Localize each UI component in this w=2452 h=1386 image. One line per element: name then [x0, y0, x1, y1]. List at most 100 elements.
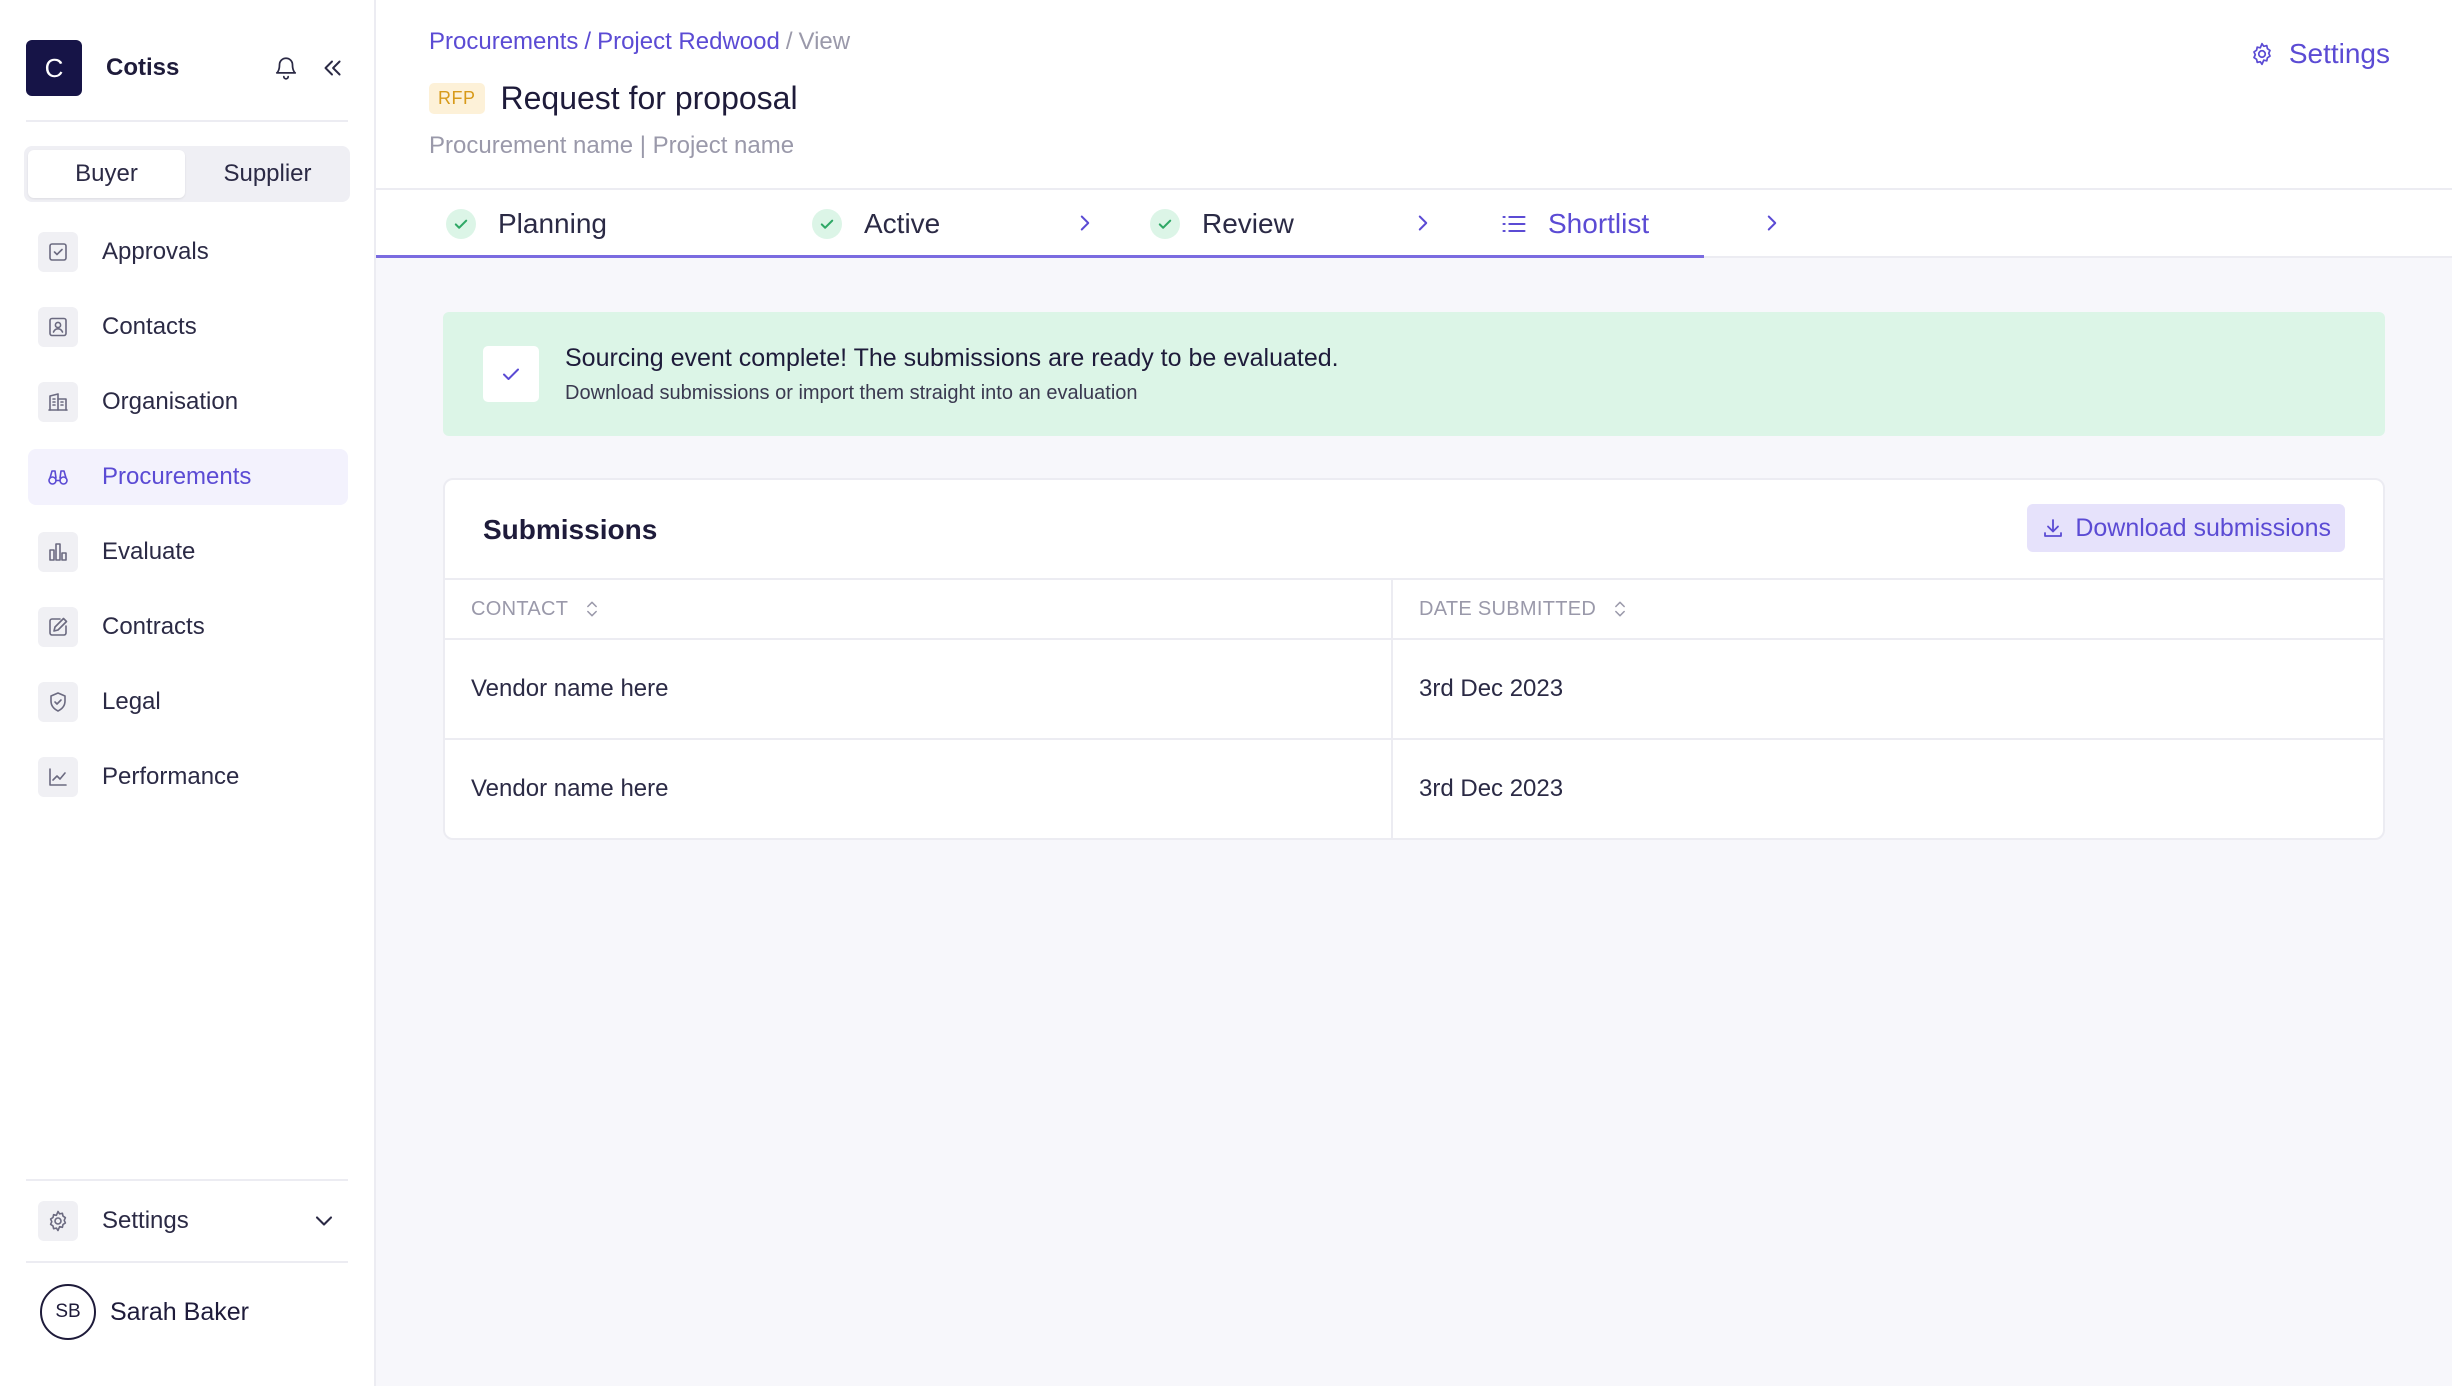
column-header-date-submitted[interactable]: DATE SUBMITTED — [1393, 580, 2383, 638]
list-icon — [1502, 215, 1526, 233]
sidebar-item-label: Contacts — [102, 313, 197, 340]
sidebar-divider — [26, 120, 348, 122]
sidebar-item-label: Contracts — [102, 613, 205, 640]
contact-card-icon — [38, 307, 78, 347]
sidebar-nav: Approvals Contacts Organisation Procurem… — [28, 224, 348, 824]
bar-chart-icon — [38, 532, 78, 572]
chevron-right-icon — [1080, 215, 1090, 231]
download-icon — [2044, 519, 2063, 537]
brand-name: Cotiss — [106, 54, 180, 81]
sidebar-item-organisation[interactable]: Organisation — [28, 374, 348, 430]
app-root: C Cotiss Buyer Supplier Approvals Contac… — [0, 0, 2452, 1386]
header-settings-label: Settings — [2288, 38, 2390, 69]
check-circle-icon — [812, 209, 842, 239]
double-chevron-left-icon — [324, 60, 341, 76]
chevron-right-icon — [1418, 215, 1428, 231]
tab-shortlist[interactable]: Shortlist — [1500, 190, 1649, 258]
check-square-icon — [38, 232, 78, 272]
sidebar-item-approvals[interactable]: Approvals — [28, 224, 348, 280]
breadcrumb-procurements[interactable]: Procurements — [429, 28, 578, 56]
cell-date-submitted: 3rd Dec 2023 — [1393, 740, 2383, 838]
table-row[interactable]: Vendor name here 3rd Dec 2023 — [445, 738, 2383, 838]
sidebar-item-legal[interactable]: Legal — [28, 674, 348, 730]
brand-logo: C — [26, 40, 82, 96]
role-buyer-button[interactable]: Buyer — [28, 150, 185, 198]
sidebar-settings-label: Settings — [102, 1207, 189, 1234]
header-settings-button[interactable]: Settings — [2249, 38, 2390, 70]
success-alert: Sourcing event complete! The submissions… — [443, 312, 2385, 436]
user-name: Sarah Baker — [110, 1297, 249, 1326]
sidebar-item-label: Legal — [102, 688, 161, 715]
cell-date-submitted: 3rd Dec 2023 — [1393, 640, 2383, 738]
notifications-button[interactable] — [270, 52, 302, 84]
main-content: Procurements / Project Redwood / View RF… — [376, 0, 2452, 1386]
role-toggle: Buyer Supplier — [24, 146, 350, 202]
breadcrumb-project[interactable]: Project Redwood — [597, 28, 780, 56]
sidebar-item-label: Evaluate — [102, 538, 196, 565]
stage-progress-line — [376, 255, 1704, 258]
brand-actions — [270, 52, 348, 84]
cell-contact: Vendor name here — [445, 640, 1393, 738]
sidebar-item-contracts[interactable]: Contracts — [28, 599, 348, 655]
download-submissions-label: Download submissions — [2075, 513, 2331, 542]
tab-label: Planning — [498, 208, 607, 239]
date-value: 3rd Dec 2023 — [1419, 675, 1564, 702]
breadcrumb: Procurements / Project Redwood / View — [429, 28, 850, 56]
page-subtitle: Procurement name | Project name — [429, 132, 795, 159]
tab-planning[interactable]: Planning — [446, 190, 607, 258]
alert-subtitle: Download submissions or import them stra… — [565, 382, 1138, 404]
sidebar-item-evaluate[interactable]: Evaluate — [28, 524, 348, 580]
edit-document-icon — [38, 607, 78, 647]
sidebar: C Cotiss Buyer Supplier Approvals Contac… — [0, 0, 376, 1386]
breadcrumb-separator: / — [584, 28, 592, 55]
bell-icon — [275, 57, 297, 80]
gear-icon — [38, 1201, 78, 1241]
collapse-sidebar-button[interactable] — [316, 52, 348, 84]
gear-icon — [2252, 42, 2271, 66]
check-circle-icon — [446, 209, 476, 239]
column-header-label: DATE SUBMITTED — [1419, 597, 1597, 620]
brand-header: C Cotiss — [26, 40, 348, 96]
tab-label: Shortlist — [1548, 208, 1650, 239]
page-header: Procurements / Project Redwood / View RF… — [376, 0, 2452, 190]
sidebar-item-performance[interactable]: Performance — [28, 749, 348, 805]
sidebar-item-label: Performance — [102, 763, 240, 790]
tab-review[interactable]: Review — [1150, 190, 1294, 258]
date-value: 3rd Dec 2023 — [1419, 775, 1564, 802]
shield-check-icon — [38, 682, 78, 722]
sidebar-settings-button[interactable]: Settings — [38, 1196, 338, 1246]
sidebar-item-label: Procurements — [102, 463, 252, 490]
sidebar-item-label: Approvals — [102, 238, 209, 265]
sort-icon — [587, 601, 598, 617]
check-circle-icon — [1150, 209, 1180, 239]
alert-title: Sourcing event complete! The submissions… — [565, 344, 1339, 372]
contact-value: Vendor name here — [471, 675, 669, 702]
column-header-contact[interactable]: CONTACT — [445, 580, 1393, 638]
user-profile[interactable]: SB Sarah Baker — [40, 1284, 249, 1340]
download-submissions-button[interactable]: Download submissions — [2027, 504, 2345, 552]
table-header-row: CONTACT DATE SUBMITTED — [445, 578, 2383, 638]
sidebar-divider — [26, 1261, 348, 1263]
chevron-down-icon — [315, 1216, 333, 1226]
check-icon — [483, 346, 539, 402]
building-icon — [38, 382, 78, 422]
breadcrumb-current: View — [798, 28, 851, 55]
breadcrumb-separator: / — [785, 28, 793, 55]
binoculars-icon — [38, 457, 78, 497]
tab-label: Active — [864, 208, 941, 239]
page-title: Request for proposal — [500, 80, 798, 116]
sidebar-item-contacts[interactable]: Contacts — [28, 299, 348, 355]
chevron-right-icon — [1767, 215, 1777, 231]
sidebar-item-procurements[interactable]: Procurements — [28, 449, 348, 505]
table-row[interactable]: Vendor name here 3rd Dec 2023 — [445, 638, 2383, 738]
tab-label: Review — [1202, 208, 1294, 239]
avatar: SB — [40, 1284, 96, 1340]
sidebar-divider — [26, 1179, 348, 1181]
tab-active[interactable]: Active — [812, 190, 940, 258]
title-row: RFP Request for proposal — [429, 80, 798, 117]
role-supplier-button[interactable]: Supplier — [189, 150, 346, 198]
cell-contact: Vendor name here — [445, 740, 1393, 838]
line-chart-icon — [38, 757, 78, 797]
sidebar-item-label: Organisation — [102, 388, 239, 415]
submissions-title: Submissions — [483, 514, 658, 545]
